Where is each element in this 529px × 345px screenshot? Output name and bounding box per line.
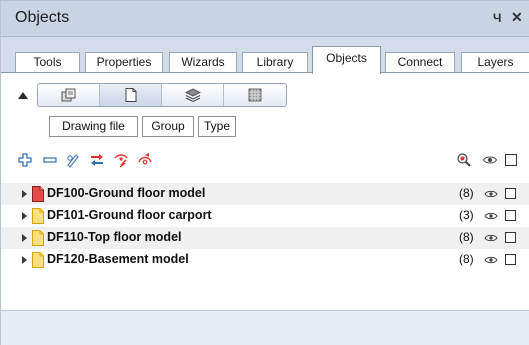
tab-objects[interactable]: Objects: [312, 46, 381, 74]
move-icon[interactable]: [89, 152, 105, 168]
drawing-file-button[interactable]: Drawing file: [49, 116, 138, 137]
edit-icon[interactable]: [65, 152, 81, 168]
layers-view-button[interactable]: [162, 84, 224, 106]
eye-icon[interactable]: [484, 255, 498, 265]
eye-icon[interactable]: [484, 211, 498, 221]
type-button[interactable]: Type: [198, 116, 236, 137]
drawing-file-icon: [32, 186, 44, 202]
hide-icon[interactable]: [113, 152, 129, 168]
objects-panel: Objects Ч ✕ Tools Properties Wizards Lib…: [0, 0, 529, 345]
eye-icon[interactable]: [484, 233, 498, 243]
layers-icon: [184, 88, 201, 103]
row-checkbox[interactable]: [505, 210, 516, 221]
eye-icon[interactable]: [484, 189, 498, 199]
row-label: DF100-Ground floor model: [47, 186, 206, 200]
view-mode-toolbar: [37, 83, 287, 107]
collapse-up-icon[interactable]: [18, 92, 28, 99]
show-icon[interactable]: [137, 152, 153, 168]
row-checkbox[interactable]: [505, 254, 516, 265]
expand-arrow-icon[interactable]: [22, 256, 27, 264]
drawing-file-icon: [125, 88, 136, 102]
tab-layers[interactable]: Layers: [461, 52, 529, 73]
checkbox-icon[interactable]: [503, 152, 519, 168]
tab-library[interactable]: Library: [242, 52, 308, 73]
grid-view-button[interactable]: [224, 84, 286, 106]
row-checkbox[interactable]: [505, 232, 516, 243]
expand-arrow-icon[interactable]: [22, 234, 27, 242]
structure-view-button[interactable]: [38, 84, 100, 106]
list-item[interactable]: DF120-Basement model (8): [1, 249, 529, 271]
drawing-file-icon: [32, 252, 44, 268]
eye-icon[interactable]: [482, 152, 498, 168]
list-item[interactable]: DF100-Ground floor model (8): [1, 183, 529, 205]
drawing-file-icon: [32, 230, 44, 246]
row-checkbox[interactable]: [505, 188, 516, 199]
row-count: (8): [459, 230, 474, 244]
list-item[interactable]: DF101-Ground floor carport (3): [1, 205, 529, 227]
pin-icon[interactable]: Ч: [493, 11, 501, 25]
panel-title: Objects: [15, 9, 70, 26]
list-item[interactable]: DF110-Top floor model (8): [1, 227, 529, 249]
drawing-file-icon: [32, 208, 44, 224]
group-button[interactable]: Group: [142, 116, 194, 137]
drawing-file-view-button[interactable]: [100, 84, 162, 106]
objects-content: Drawing file Group Type DF100-Ground flo…: [1, 72, 529, 310]
expand-arrow-icon[interactable]: [22, 212, 27, 220]
structure-icon: [61, 88, 75, 102]
remove-icon[interactable]: [42, 152, 58, 168]
tab-properties[interactable]: Properties: [85, 52, 163, 73]
tab-connect[interactable]: Connect: [385, 52, 455, 73]
row-count: (8): [459, 186, 474, 200]
panel-footer: [1, 310, 529, 345]
close-icon[interactable]: ✕: [511, 9, 523, 26]
expand-arrow-icon[interactable]: [22, 190, 27, 198]
tab-strip: Tools Properties Wizards Library Objects…: [1, 37, 529, 74]
grid-icon: [248, 88, 262, 102]
add-icon[interactable]: [17, 152, 33, 168]
search-icon[interactable]: [456, 152, 472, 168]
row-label: DF110-Top floor model: [47, 230, 182, 244]
tab-tools[interactable]: Tools: [15, 52, 80, 73]
row-label: DF101-Ground floor carport: [47, 208, 212, 222]
row-count: (3): [459, 208, 474, 222]
row-count: (8): [459, 252, 474, 266]
tab-wizards[interactable]: Wizards: [169, 52, 237, 73]
title-bar: Objects Ч ✕: [1, 1, 529, 37]
row-label: DF120-Basement model: [47, 252, 189, 266]
